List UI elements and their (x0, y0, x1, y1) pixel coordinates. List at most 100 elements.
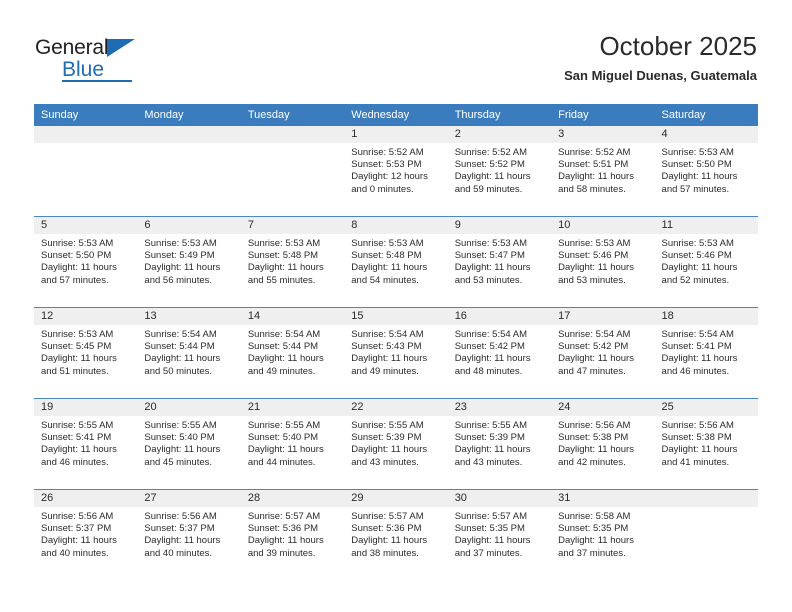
day-detail-daylight-line2: and 46 minutes. (661, 365, 730, 377)
calendar-day-cell[interactable]: 13 Sunrise: 5:54 AM Sunset: 5:44 PM Dayligh… (137, 307, 241, 399)
calendar-day-cell[interactable]: 10 Sunrise: 5:53 AM Sunset: 5:46 PM Dayligh… (551, 216, 655, 308)
day-number: 19 (34, 399, 138, 416)
title-block: October 2025 San Miguel Duenas, Guatemal… (564, 30, 757, 86)
calendar-day-cell[interactable]: 28 Sunrise: 5:57 AM Sunset: 5:36 PM Dayligh… (240, 489, 345, 580)
calendar-day-cell[interactable]: 30 Sunrise: 5:57 AM Sunset: 5:35 PM Dayligh… (447, 489, 552, 580)
day-detail-sunrise: Sunrise: 5:55 AM (247, 420, 321, 431)
calendar-day-cell[interactable]: 16 Sunrise: 5:54 AM Sunset: 5:42 PM Dayligh… (447, 307, 552, 399)
day-details: Sunrise: 5:55 AM Sunset: 5:39 PM Daylight:… (448, 416, 551, 469)
calendar-day-cell[interactable]: 29 Sunrise: 5:57 AM Sunset: 5:36 PM Dayligh… (344, 489, 448, 580)
calendar-day-cell[interactable]: 2 Sunrise: 5:52 AM Sunset: 5:52 PM Daylight… (447, 126, 552, 217)
day-number: 31 (551, 490, 655, 507)
day-detail-sunrise: Sunrise: 5:52 AM (454, 147, 528, 158)
day-detail-daylight-line1: Daylight: 11 hours (247, 535, 324, 547)
day-cell-inner: 16 Sunrise: 5:54 AM Sunset: 5:42 PM Dayligh… (447, 308, 552, 398)
day-detail-daylight-line2: and 53 minutes. (454, 274, 523, 286)
day-detail-sunset: Sunset: 5:52 PM (454, 159, 525, 171)
day-detail-sunrise: Sunrise: 5:52 AM (351, 147, 424, 158)
day-details: Sunrise: 5:56 AM Sunset: 5:38 PM Daylight:… (551, 416, 654, 469)
calendar-day-cell[interactable]: 17 Sunrise: 5:54 AM Sunset: 5:42 PM Dayligh… (551, 307, 655, 399)
day-number: 30 (447, 490, 552, 507)
calendar-day-cell[interactable]: 9 Sunrise: 5:53 AM Sunset: 5:47 PM Daylight… (447, 216, 552, 308)
day-detail-daylight-line1: Daylight: 11 hours (144, 444, 221, 456)
calendar-day-cell[interactable]: 23 Sunrise: 5:55 AM Sunset: 5:39 PM Dayligh… (447, 398, 552, 490)
day-details (34, 143, 137, 147)
day-detail-sunset: Sunset: 5:41 PM (41, 432, 112, 444)
day-cell-inner (654, 490, 758, 580)
calendar-day-cell[interactable]: 1 Sunrise: 5:52 AM Sunset: 5:53 PM Daylight… (344, 126, 448, 217)
day-cell-inner: 29 Sunrise: 5:57 AM Sunset: 5:36 PM Dayligh… (344, 490, 448, 580)
day-detail-sunset: Sunset: 5:41 PM (661, 341, 732, 353)
calendar-day-cell[interactable]: 21 Sunrise: 5:55 AM Sunset: 5:40 PM Dayligh… (240, 398, 345, 490)
day-detail-daylight-line1: Daylight: 11 hours (41, 262, 117, 274)
day-detail-sunrise: Sunrise: 5:55 AM (144, 420, 217, 431)
weekday-header-tuesday: Tuesday (240, 104, 345, 126)
calendar-day-cell[interactable]: 3 Sunrise: 5:52 AM Sunset: 5:51 PM Daylight… (551, 126, 655, 217)
day-cell-inner: 12 Sunrise: 5:53 AM Sunset: 5:45 PM Dayligh… (34, 308, 138, 398)
calendar-day-cell[interactable]: 4 Sunrise: 5:53 AM Sunset: 5:50 PM Daylight… (654, 126, 758, 217)
calendar-day-cell[interactable]: 15 Sunrise: 5:54 AM Sunset: 5:43 PM Dayligh… (344, 307, 448, 399)
day-details: Sunrise: 5:52 AM Sunset: 5:52 PM Daylight:… (448, 143, 551, 196)
day-detail-daylight-line2: and 48 minutes. (454, 365, 523, 377)
day-detail-sunrise: Sunrise: 5:53 AM (661, 147, 734, 158)
day-details (137, 143, 240, 147)
calendar-day-cell[interactable]: 11 Sunrise: 5:53 AM Sunset: 5:46 PM Dayligh… (654, 216, 758, 308)
calendar-day-cell[interactable]: 7 Sunrise: 5:53 AM Sunset: 5:48 PM Daylight… (240, 216, 345, 308)
day-details: Sunrise: 5:53 AM Sunset: 5:46 PM Daylight:… (551, 234, 654, 287)
day-detail-daylight-line1: Daylight: 11 hours (41, 535, 117, 547)
calendar-page: General Blue October 2025 San Miguel Due… (0, 0, 792, 612)
day-detail-sunrise: Sunrise: 5:57 AM (351, 511, 424, 522)
day-detail-daylight-line1: Daylight: 11 hours (144, 535, 221, 547)
day-detail-daylight-line1: Daylight: 12 hours (351, 171, 428, 183)
day-details: Sunrise: 5:53 AM Sunset: 5:48 PM Daylight:… (344, 234, 447, 287)
day-detail-daylight-line1: Daylight: 11 hours (247, 353, 324, 365)
day-cell-inner: 17 Sunrise: 5:54 AM Sunset: 5:42 PM Dayligh… (551, 308, 655, 398)
weekday-header-friday: Friday (551, 104, 655, 126)
day-detail-daylight-line1: Daylight: 11 hours (661, 262, 738, 274)
day-detail-daylight-line1: Daylight: 11 hours (558, 353, 634, 365)
day-number: 25 (654, 399, 758, 416)
day-detail-daylight-line1: Daylight: 11 hours (144, 262, 221, 274)
day-number: 5 (34, 217, 138, 234)
calendar-day-cell[interactable]: 27 Sunrise: 5:56 AM Sunset: 5:37 PM Dayligh… (137, 489, 241, 580)
calendar-day-cell[interactable]: 26 Sunrise: 5:56 AM Sunset: 5:37 PM Dayligh… (34, 489, 138, 580)
day-details: Sunrise: 5:55 AM Sunset: 5:39 PM Daylight:… (344, 416, 447, 469)
day-detail-sunset: Sunset: 5:42 PM (558, 341, 629, 353)
day-cell-inner: 27 Sunrise: 5:56 AM Sunset: 5:37 PM Dayligh… (137, 490, 241, 580)
day-cell-inner: 9 Sunrise: 5:53 AM Sunset: 5:47 PM Daylight… (447, 217, 552, 307)
day-detail-sunset: Sunset: 5:50 PM (661, 159, 732, 171)
day-details: Sunrise: 5:57 AM Sunset: 5:36 PM Daylight:… (344, 507, 447, 560)
day-cell-inner: 2 Sunrise: 5:52 AM Sunset: 5:52 PM Daylight… (447, 126, 552, 216)
day-detail-sunset: Sunset: 5:43 PM (351, 341, 422, 353)
day-detail-sunset: Sunset: 5:39 PM (454, 432, 525, 444)
calendar-day-cell[interactable]: 31 Sunrise: 5:58 AM Sunset: 5:35 PM Dayligh… (551, 489, 655, 580)
calendar-day-cell[interactable]: 12 Sunrise: 5:53 AM Sunset: 5:45 PM Dayligh… (34, 307, 138, 399)
day-cell-inner: 23 Sunrise: 5:55 AM Sunset: 5:39 PM Dayligh… (447, 399, 552, 489)
day-number: 7 (240, 217, 345, 234)
calendar-day-cell[interactable]: 20 Sunrise: 5:55 AM Sunset: 5:40 PM Dayligh… (137, 398, 241, 490)
calendar-day-cell[interactable]: 8 Sunrise: 5:53 AM Sunset: 5:48 PM Daylight… (344, 216, 448, 308)
day-detail-daylight-line2: and 58 minutes. (558, 183, 626, 195)
calendar-day-cell[interactable]: 6 Sunrise: 5:53 AM Sunset: 5:49 PM Daylight… (137, 216, 241, 308)
calendar-week-row: 1 Sunrise: 5:52 AM Sunset: 5:53 PM Daylight… (34, 126, 758, 217)
day-cell-inner: 20 Sunrise: 5:55 AM Sunset: 5:40 PM Dayligh… (137, 399, 241, 489)
day-detail-sunset: Sunset: 5:35 PM (454, 523, 525, 535)
calendar-day-cell[interactable]: 19 Sunrise: 5:55 AM Sunset: 5:41 PM Dayligh… (34, 398, 138, 490)
day-detail-daylight-line2: and 43 minutes. (454, 456, 523, 468)
day-detail-daylight-line1: Daylight: 11 hours (558, 262, 634, 274)
calendar-day-cell[interactable]: 25 Sunrise: 5:56 AM Sunset: 5:38 PM Dayligh… (654, 398, 758, 490)
day-detail-daylight-line2: and 57 minutes. (661, 183, 730, 195)
calendar-day-cell[interactable]: 5 Sunrise: 5:53 AM Sunset: 5:50 PM Daylight… (34, 216, 138, 308)
page-subtitle: San Miguel Duenas, Guatemala (564, 68, 757, 83)
calendar-day-cell[interactable]: 18 Sunrise: 5:54 AM Sunset: 5:41 PM Dayligh… (654, 307, 758, 399)
calendar-day-cell[interactable]: 24 Sunrise: 5:56 AM Sunset: 5:38 PM Dayligh… (551, 398, 655, 490)
day-details: Sunrise: 5:55 AM Sunset: 5:40 PM Daylight:… (241, 416, 344, 469)
day-details: Sunrise: 5:55 AM Sunset: 5:41 PM Daylight:… (34, 416, 137, 469)
calendar-day-cell[interactable]: 14 Sunrise: 5:54 AM Sunset: 5:44 PM Dayligh… (240, 307, 345, 399)
day-detail-daylight-line2: and 56 minutes. (144, 274, 213, 286)
day-details: Sunrise: 5:53 AM Sunset: 5:49 PM Daylight:… (137, 234, 240, 287)
day-detail-daylight-line2: and 55 minutes. (247, 274, 316, 286)
day-detail-sunset: Sunset: 5:46 PM (558, 250, 629, 262)
calendar-day-cell[interactable]: 22 Sunrise: 5:55 AM Sunset: 5:39 PM Dayligh… (344, 398, 448, 490)
day-details: Sunrise: 5:53 AM Sunset: 5:50 PM Daylight:… (655, 143, 758, 196)
